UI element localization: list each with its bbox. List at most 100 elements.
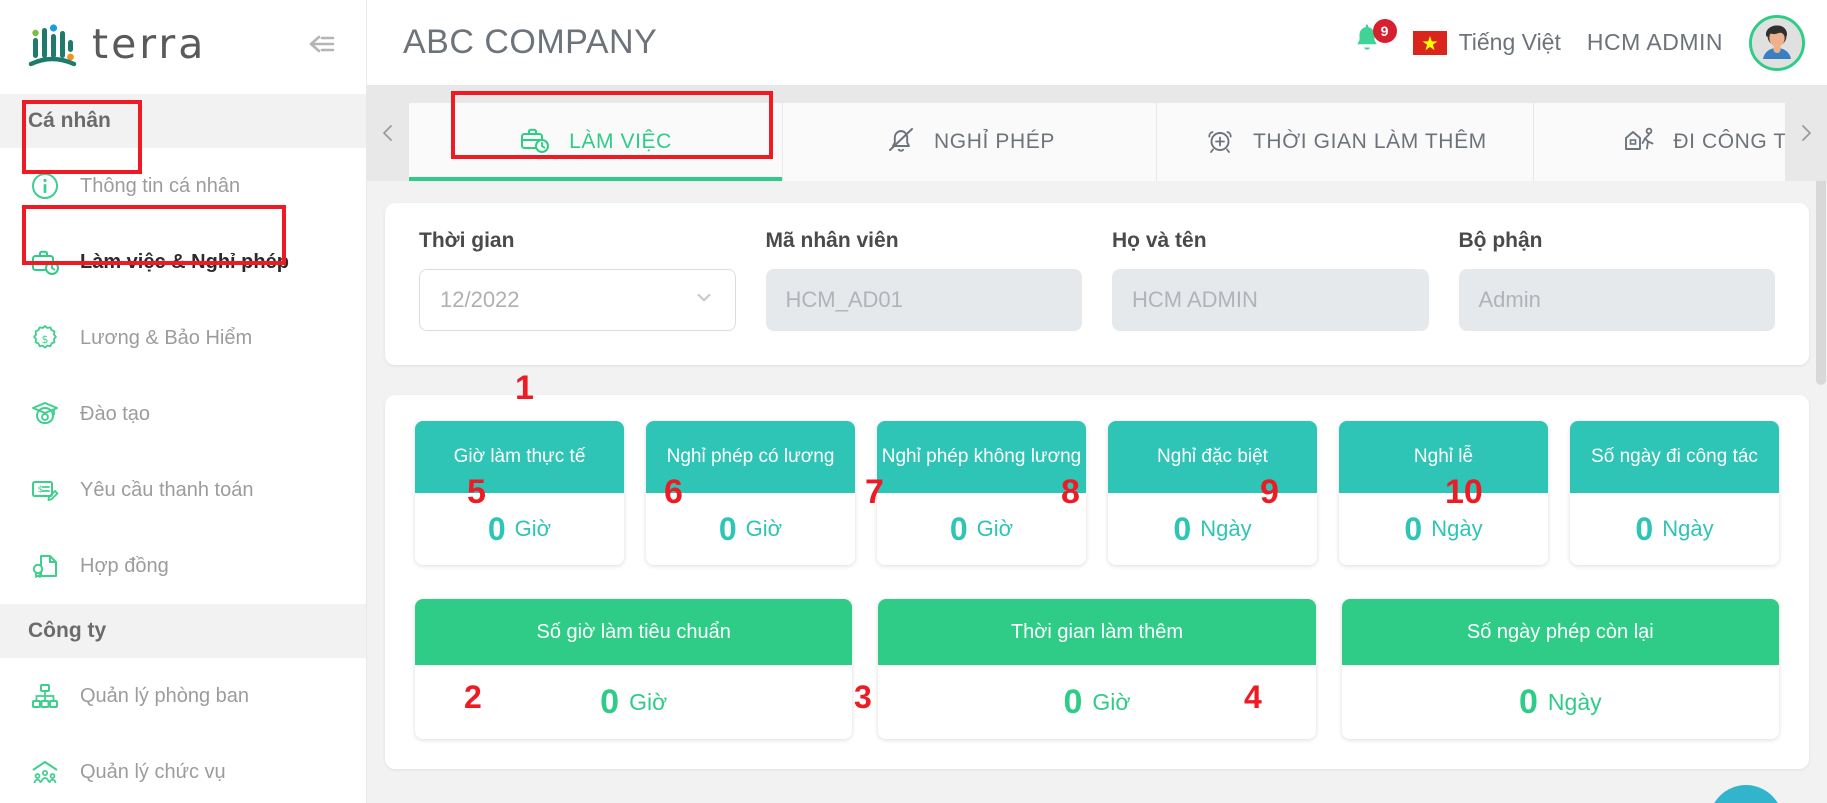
page-title: ABC COMPANY — [403, 23, 658, 61]
month-select[interactable]: 12/2022 — [419, 269, 736, 331]
vietnam-flag-icon — [1412, 30, 1447, 55]
summary-card-value: 0 — [1519, 682, 1538, 721]
field-label: Mã nhân viên — [765, 229, 899, 252]
summary-card-header: Số giờ làm tiêu chuẩn — [415, 599, 853, 665]
collapse-left-icon — [309, 35, 335, 53]
sidebar-group-personal: Cá nhân — [0, 94, 366, 148]
summary-card-thoi-gian-lam-them[interactable]: Thời gian làm thêm 0 Giờ — [878, 599, 1316, 739]
summary-card-header: Thời gian làm thêm — [878, 599, 1316, 665]
summary-card-body: 0 Giờ — [878, 665, 1315, 739]
stat-card-nghi-phep-khong-luong[interactable]: Nghỉ phép không lương 0 Giờ — [877, 421, 1086, 565]
tab-nghi-phep[interactable]: NGHỈ PHÉP — [783, 103, 1157, 181]
sidebar-item-label: Hợp đồng — [80, 554, 169, 577]
sidebar-item-luong-bao-hiem[interactable]: $ Lương & Bảo Hiểm — [0, 300, 366, 376]
stat-card-body: 0 Giờ — [646, 493, 855, 565]
sidebar-item-label: Đào tạo — [80, 402, 151, 425]
stat-card-value: 0 — [1173, 510, 1192, 547]
support-chat-button[interactable] — [1709, 785, 1783, 803]
stat-card-so-ngay-di-cong-tac[interactable]: Số ngày đi công tác 0 Ngày — [1570, 421, 1779, 565]
field-label: Thời gian — [419, 229, 515, 252]
teal-card-row: Giờ làm thực tế 0 Giờ Nghỉ phép có lương… — [415, 421, 1779, 565]
language-selector[interactable]: Tiếng Việt — [1412, 29, 1561, 56]
stat-card-gio-lam-thuc-te[interactable]: Giờ làm thực tế 0 Giờ — [415, 421, 624, 565]
page-scrollbar[interactable] — [1815, 85, 1827, 803]
info-circle-icon — [30, 171, 60, 201]
language-label: Tiếng Việt — [1458, 29, 1561, 55]
stat-card-header: Giờ làm thực tế — [415, 421, 624, 493]
sidebar-item-quan-ly-phong-ban[interactable]: Quản lý phòng ban — [0, 658, 366, 734]
stat-card-unit: Giờ — [514, 516, 552, 541]
summary-card-body: 0 Ngày — [1342, 665, 1779, 739]
chevron-right-icon — [1802, 125, 1811, 141]
stat-card-unit: Ngày — [1431, 516, 1483, 541]
employee-code-input[interactable]: HCM_AD01 — [765, 269, 1082, 331]
top-bar: ABC COMPANY 9 Tiếng Việt HCM ADMIN — [367, 0, 1827, 85]
summary-card-title: Số ngày phép còn lại — [1466, 620, 1654, 643]
tab-label: THỜI GIAN LÀM THÊM — [1253, 130, 1487, 153]
sidebar-item-label: Lương & Bảo Hiểm — [80, 326, 253, 349]
travel-house-runner-icon — [1623, 124, 1657, 161]
sidebar-item-lam-viec-nghi-phep[interactable]: Làm việc & Nghỉ phép — [0, 224, 366, 300]
sidebar-header: terra — [0, 0, 366, 88]
stat-card-unit: Giờ — [976, 516, 1014, 541]
stat-card-unit: Giờ — [745, 516, 783, 541]
stat-card-value: 0 — [1635, 510, 1654, 547]
department-input[interactable]: Admin — [1458, 269, 1775, 331]
people-roof-icon — [30, 757, 60, 787]
sidebar-item-hop-dong[interactable]: Hợp đồng — [0, 528, 366, 604]
chevron-down-icon — [693, 286, 715, 314]
tab-label: NGHỈ PHÉP — [934, 130, 1055, 153]
sidebar-item-label: Làm việc & Nghỉ phép — [80, 250, 289, 273]
tab-label: ĐI CÔNG TÁC — [1673, 130, 1785, 153]
invoice-edit-icon: $ — [30, 475, 60, 505]
sidebar-group-company: Công ty — [0, 604, 366, 658]
summary-card-so-ngay-phep-con-lai[interactable]: Số ngày phép còn lại 0 Ngày — [1341, 599, 1779, 739]
tab-lam-viec[interactable]: LÀM VIỆC — [409, 103, 783, 181]
summary-card-unit: Giờ — [1092, 688, 1131, 715]
avatar[interactable] — [1749, 14, 1805, 71]
sidebar-item-quan-ly-chuc-vu[interactable]: Quản lý chức vụ — [0, 734, 366, 803]
stat-card-body: 0 Ngày — [1570, 493, 1779, 565]
stat-card-title: Số ngày đi công tác — [1591, 446, 1758, 467]
stat-card-nghi-dac-biet[interactable]: Nghỉ đặc biệt 0 Ngày — [1108, 421, 1317, 565]
field-label: Bộ phận — [1458, 229, 1543, 252]
brand-name: terra — [92, 19, 207, 68]
sidebar-item-yeu-cau-thanh-toan[interactable]: $ Yêu cầu thanh toán — [0, 452, 366, 528]
stat-card-header: Nghỉ phép có lương — [646, 421, 855, 493]
tabs-next-button[interactable] — [1785, 85, 1827, 181]
user-name: HCM ADMIN — [1586, 29, 1723, 55]
green-card-row: Số giờ làm tiêu chuẩn 0 Giờ Thời gian là… — [415, 599, 1779, 739]
stat-card-header: Số ngày đi công tác — [1570, 421, 1779, 493]
chevron-left-icon — [383, 125, 392, 141]
summary-card-value: 0 — [600, 682, 620, 721]
tab-thoi-gian-lam-them[interactable]: THỜI GIAN LÀM THÊM — [1157, 103, 1534, 181]
briefcase-clock-icon — [30, 247, 60, 277]
sidebar-item-dao-tao[interactable]: Đào tạo — [0, 376, 366, 452]
alarm-plus-icon — [1203, 124, 1237, 161]
stat-card-title: Nghỉ lễ — [1413, 446, 1474, 467]
employee-code-value: HCM_AD01 — [785, 287, 903, 312]
sidebar-item-label: Yêu cầu thanh toán — [80, 478, 254, 501]
briefcase-clock-icon — [519, 124, 553, 161]
field-ho-va-ten: Họ và tên HCM ADMIN — [1112, 229, 1429, 331]
summary-card-title: Số giờ làm tiêu chuẩn — [536, 620, 731, 643]
collapse-sidebar-button[interactable] — [302, 24, 342, 64]
field-ma-nhan-vien: Mã nhân viên HCM_AD01 — [765, 229, 1082, 331]
brand[interactable]: terra — [26, 20, 206, 68]
sidebar-item-label: Quản lý chức vụ — [80, 760, 226, 783]
summary-card-so-gio-lam-tieu-chuan[interactable]: Số giờ làm tiêu chuẩn 0 Giờ — [415, 599, 853, 739]
tabs-prev-button[interactable] — [367, 85, 409, 181]
filter-panel: Thời gian 12/2022 Mã nhân viên HCM_AD01 … — [385, 203, 1809, 365]
notifications-button[interactable]: 9 — [1351, 18, 1397, 63]
stat-card-value: 0 — [1404, 510, 1423, 547]
stat-card-body: 0 Ngày — [1339, 493, 1548, 565]
stat-card-nghi-le[interactable]: Nghỉ lễ 0 Ngày — [1339, 421, 1548, 565]
org-chart-icon — [30, 681, 60, 711]
filter-row: Thời gian 12/2022 Mã nhân viên HCM_AD01 … — [419, 229, 1775, 331]
full-name-input[interactable]: HCM ADMIN — [1112, 269, 1429, 331]
stat-card-nghi-phep-co-luong[interactable]: Nghỉ phép có lương 0 Giờ — [646, 421, 855, 565]
stat-card-unit: Ngày — [1662, 516, 1714, 541]
stat-card-header: Nghỉ phép không lương — [877, 421, 1086, 493]
sidebar-item-thong-tin-ca-nhan[interactable]: Thông tin cá nhân — [0, 148, 366, 224]
tab-di-cong-tac[interactable]: ĐI CÔNG TÁC — [1533, 103, 1785, 181]
